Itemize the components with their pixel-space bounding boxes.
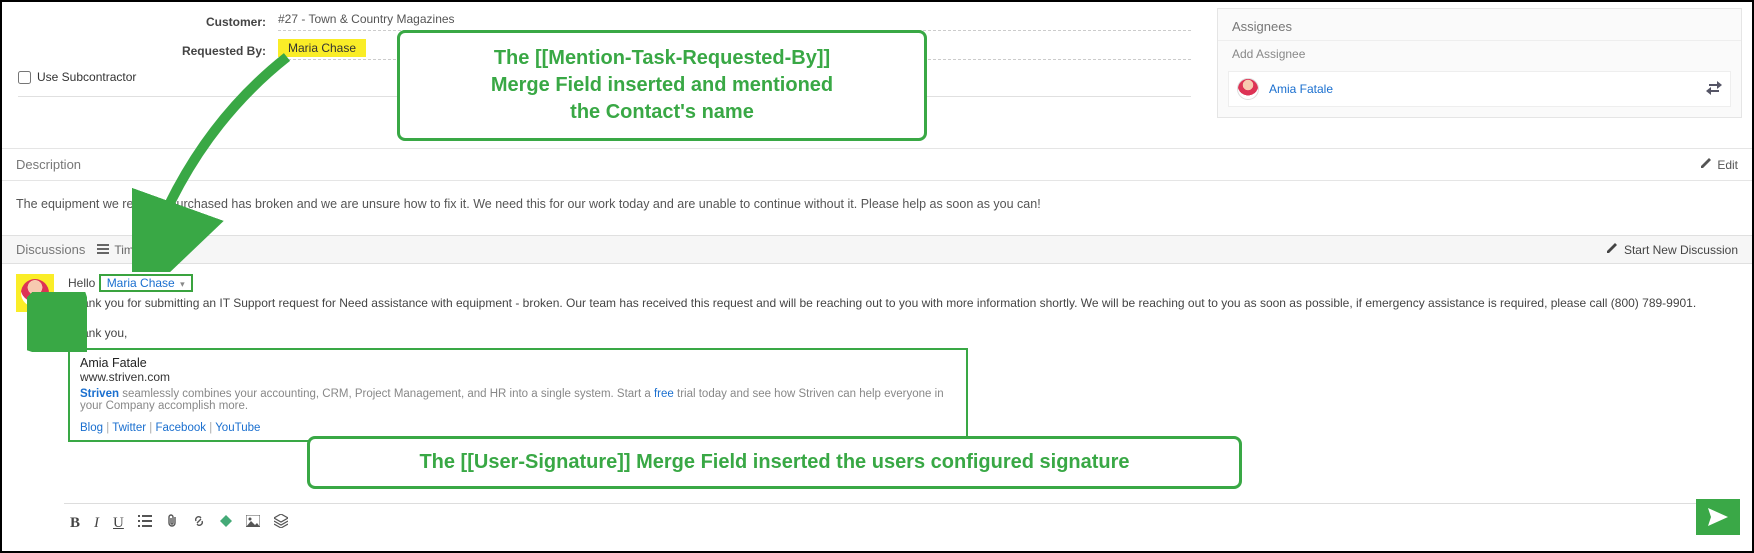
annotation-arrow-1: [132, 52, 412, 272]
signature-block: Amia Fatale www.striven.com Striven seam…: [68, 348, 968, 442]
editor-toolbar: B I U: [64, 503, 1702, 533]
send-icon: [1708, 508, 1728, 526]
pencil-icon: [1606, 242, 1618, 257]
italic-button[interactable]: I: [94, 515, 99, 532]
assignee-name[interactable]: Amia Fatale: [1269, 82, 1706, 96]
signature-tagline-1: seamlessly combines your accounting, CRM…: [119, 388, 654, 400]
customer-value: #27 - Town & Country Magazines: [278, 12, 1191, 31]
list-button[interactable]: [138, 515, 152, 532]
annotation-callout-signature: The [[User-Signature]] Merge Field inser…: [307, 436, 1242, 489]
mention-name: Maria Chase: [107, 276, 175, 290]
start-new-discussion-button[interactable]: Start New Discussion: [1606, 242, 1738, 257]
discussion-editor[interactable]: Hello Maria Chase ▾ Thank you for submit…: [68, 274, 1738, 442]
chevron-down-icon: ▾: [180, 279, 185, 289]
image-button[interactable]: [246, 515, 260, 532]
send-button[interactable]: [1696, 499, 1740, 535]
message-body: Thank you for submitting an IT Support r…: [68, 296, 1738, 310]
timeline-icon: [97, 243, 109, 257]
reassign-icon[interactable]: [1706, 81, 1722, 98]
edit-label: Edit: [1717, 158, 1738, 172]
signature-link-facebook[interactable]: Facebook: [155, 422, 206, 434]
subcontractor-checkbox[interactable]: [18, 71, 31, 84]
signature-link-blog[interactable]: Blog: [80, 422, 103, 434]
annotation-arrow-2: [27, 292, 87, 352]
signature-link-youtube[interactable]: YouTube: [215, 422, 260, 434]
bold-button[interactable]: B: [70, 515, 80, 532]
mention-chip[interactable]: Maria Chase ▾: [99, 274, 193, 292]
pencil-icon: [1700, 157, 1712, 172]
merge-field-button[interactable]: [220, 515, 232, 532]
assignee-row[interactable]: Amia Fatale: [1228, 71, 1731, 107]
greeting-text: Hello: [68, 276, 99, 290]
assignees-title: Assignees: [1218, 9, 1741, 40]
layers-button[interactable]: [274, 514, 288, 533]
signature-free-link[interactable]: free: [654, 388, 674, 400]
link-button[interactable]: [192, 514, 206, 533]
signature-site: www.striven.com: [80, 370, 956, 384]
assignees-panel: Assignees Add Assignee Amia Fatale: [1217, 8, 1742, 118]
signature-brand-link[interactable]: Striven: [80, 388, 119, 400]
customer-label: Customer:: [18, 15, 278, 29]
avatar-icon: [1237, 78, 1259, 100]
subcontractor-label: Use Subcontractor: [37, 70, 136, 84]
signature-link-twitter[interactable]: Twitter: [112, 422, 146, 434]
start-new-discussion-label: Start New Discussion: [1624, 243, 1738, 257]
signature-name: Amia Fatale: [80, 356, 956, 370]
edit-description-button[interactable]: Edit: [1700, 157, 1738, 172]
annotation-callout-mention: The [[Mention-Task-Requested-By]] Merge …: [397, 30, 927, 141]
underline-button[interactable]: U: [113, 515, 124, 532]
message-closing: Thank you,: [68, 326, 1738, 340]
attach-button[interactable]: [166, 514, 178, 533]
add-assignee-button[interactable]: Add Assignee: [1218, 40, 1741, 65]
discussions-title: Discussions: [16, 242, 85, 257]
